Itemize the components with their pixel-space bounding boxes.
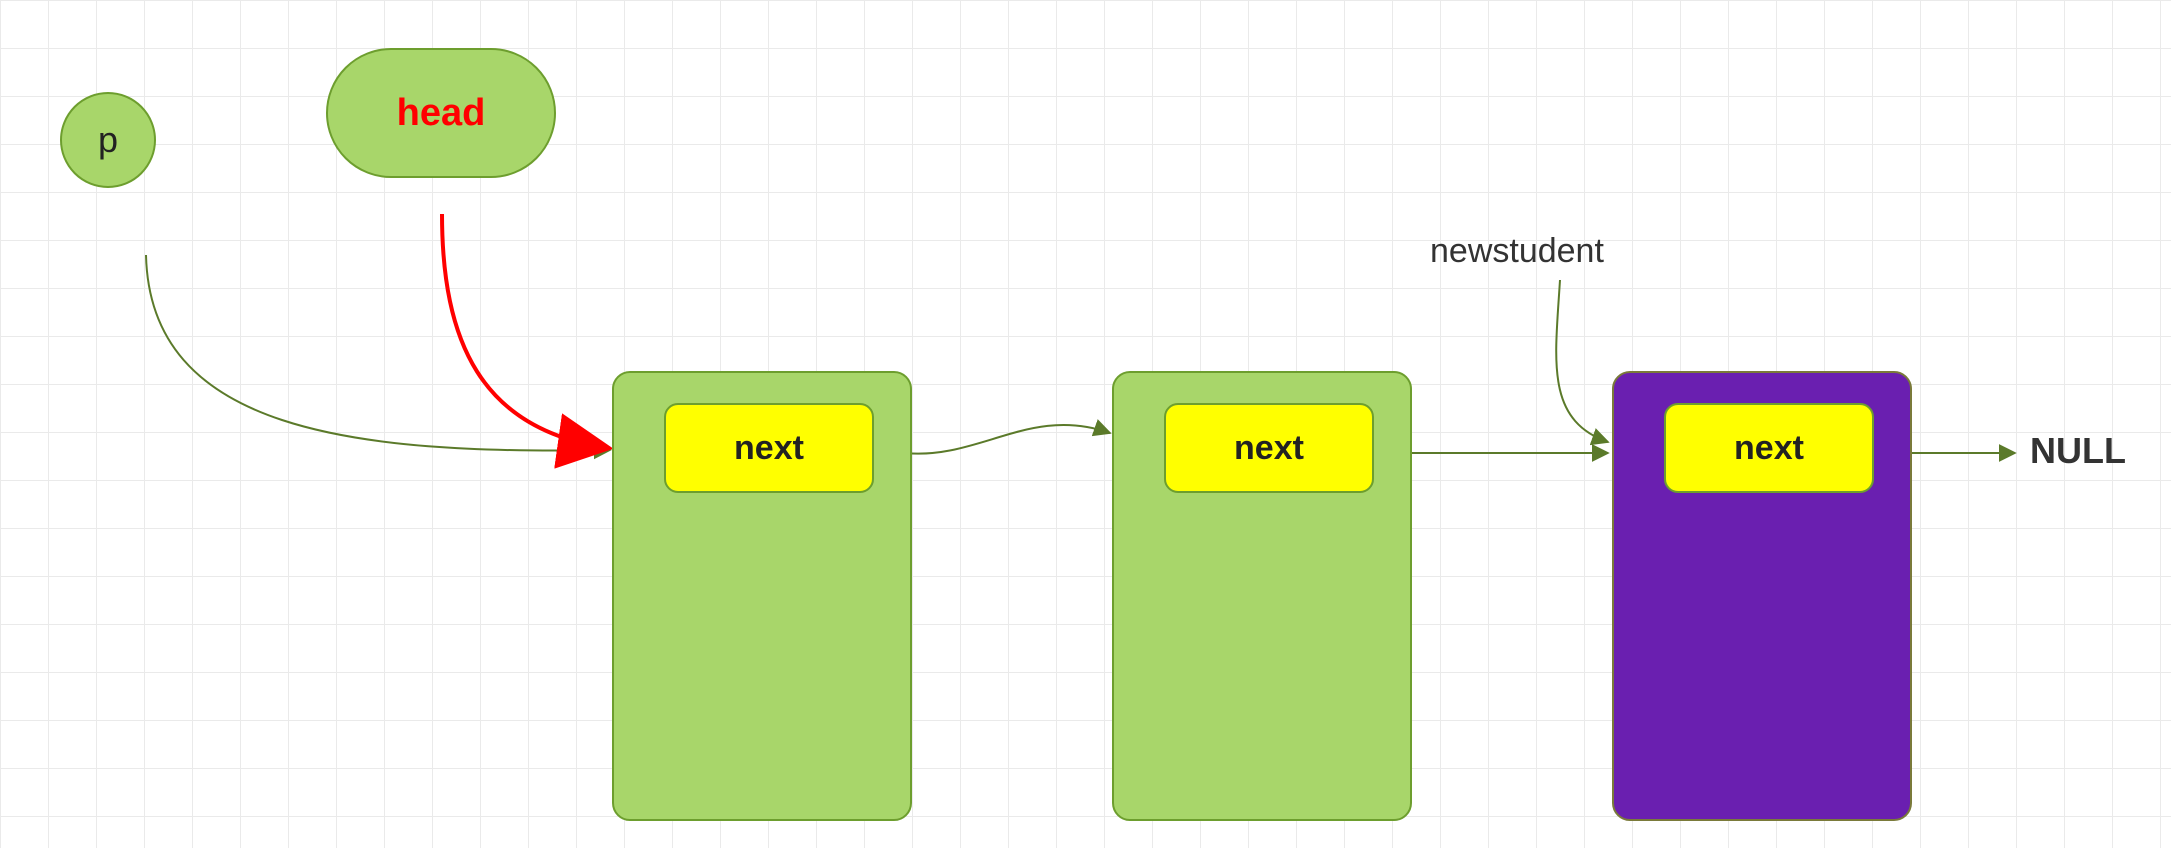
list-node-3-next-label: next — [1734, 429, 1804, 468]
list-node-1: next — [612, 371, 912, 821]
list-node-2-next: next — [1164, 403, 1374, 493]
list-node-1-next: next — [664, 403, 874, 493]
pointer-head: head — [326, 48, 556, 178]
pointer-head-label: head — [397, 92, 486, 135]
arrow-p-to-node1 — [146, 255, 610, 451]
arrow-node1-to-node2 — [905, 425, 1110, 454]
list-node-3: next — [1612, 371, 1912, 821]
list-node-2: next — [1112, 371, 1412, 821]
list-node-1-next-label: next — [734, 429, 804, 468]
pointer-p: p — [60, 92, 156, 188]
list-node-2-next-label: next — [1234, 429, 1304, 468]
list-node-3-next: next — [1664, 403, 1874, 493]
arrow-head-to-node1 — [442, 214, 608, 448]
pointer-newstudent-label: newstudent — [1430, 232, 1604, 271]
pointer-p-label: p — [98, 119, 118, 161]
null-terminal: NULL — [2030, 430, 2126, 472]
arrow-newstudent-to-node3 — [1556, 280, 1608, 442]
